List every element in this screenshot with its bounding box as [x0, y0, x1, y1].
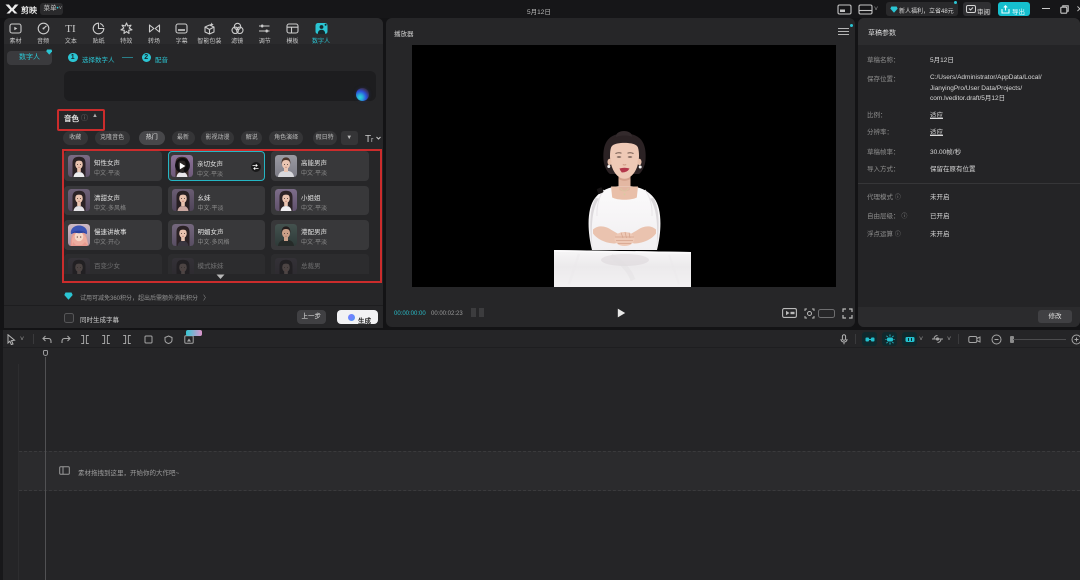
svg-text:TI: TI: [66, 23, 77, 35]
svg-text:r: r: [371, 137, 374, 144]
